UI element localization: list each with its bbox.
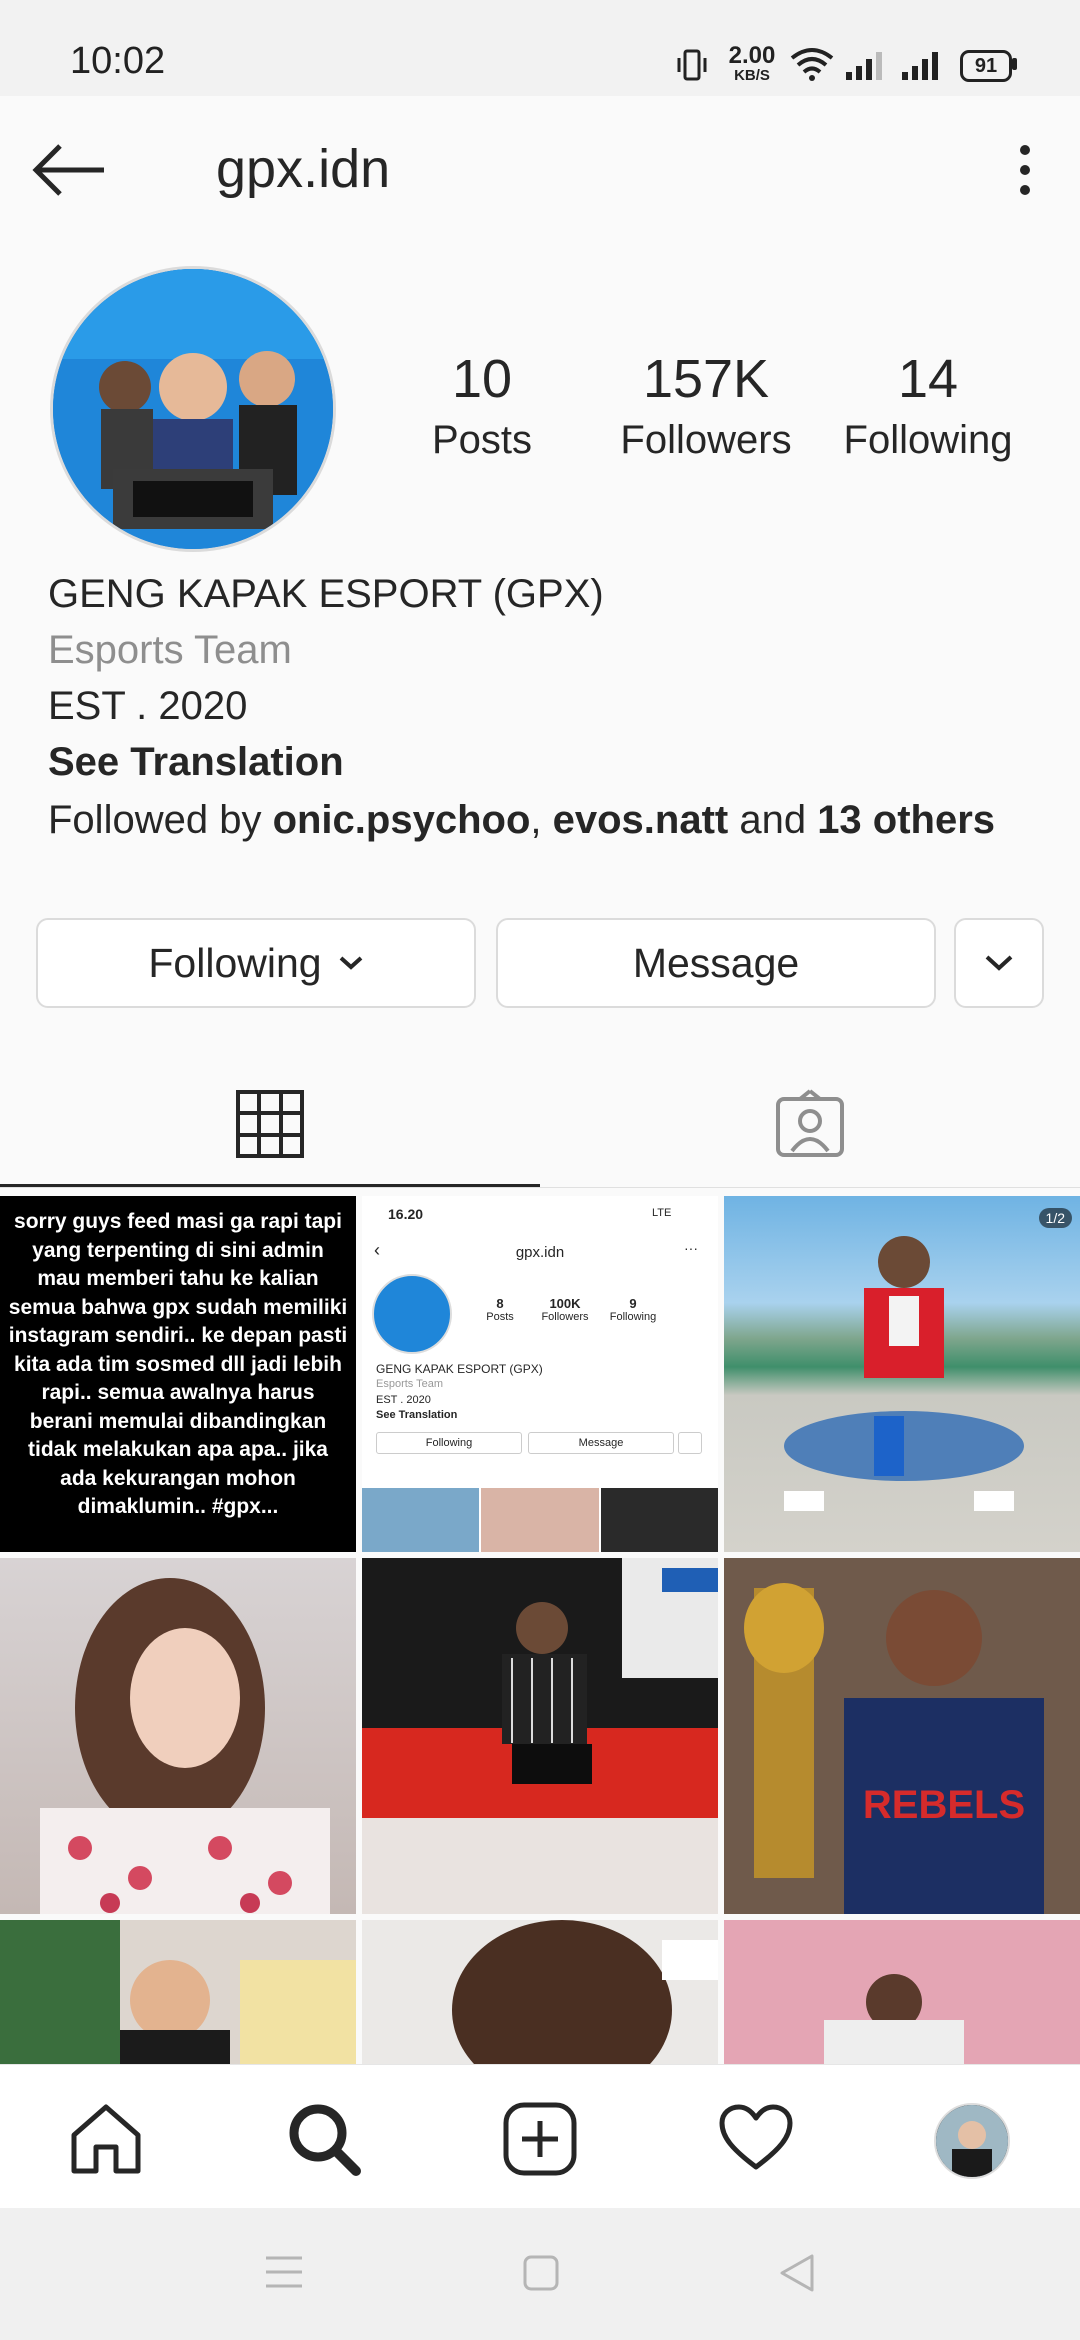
post-thumbnail-5[interactable] [362,1558,718,1914]
followed-by-prefix: Followed by [48,798,273,842]
back-triangle-icon[interactable] [776,2252,816,2299]
message-button-label: Message [632,939,800,986]
profile-avatar[interactable] [50,266,336,552]
mini-dropdown-button [678,1432,702,1454]
signal-icon-2 [900,50,940,87]
followed-by-and: and [728,798,818,842]
mini-name: GENG KAPAK ESPORT (GPX) [376,1362,543,1376]
home-square-icon[interactable] [522,2254,560,2297]
battery-icon: 91 [960,50,1012,82]
post-caption-text: sorry guys feed masi ga rapi tapi yang t… [8,1210,348,1518]
jersey-text: REBELS [863,1783,1025,1827]
mini-more-icon: ··· [684,1240,698,1256]
tagged-person-icon [776,1089,844,1157]
stat-following-value: 14 [897,349,959,409]
mini-time: 16.20 [388,1206,424,1222]
stat-followers-value: 157K [642,349,770,409]
post-thumbnail-7[interactable] [0,1920,356,2064]
vibrate-icon [676,48,708,87]
followed-by-text[interactable]: Followed by onic.psychoo, evos.natt and … [48,798,995,843]
message-button[interactable]: Message [496,918,936,1008]
post-image-6: REBELS [724,1558,1080,1914]
post-thumbnail-8[interactable] [362,1920,718,2064]
chevron-down-icon [985,955,1013,971]
post-image-4 [40,1578,330,1914]
mini-bio: EST . 2020 [376,1394,431,1406]
mini-message-button: Message [528,1432,674,1454]
status-time: 10:02 [70,40,166,82]
search-icon[interactable] [284,2099,364,2184]
mini-username: gpx.idn [515,1244,565,1261]
mini-grid-preview [362,1488,718,1552]
followed-by-others[interactable]: 13 others [817,798,995,842]
network-speed: 2.00 KB/S [728,42,776,84]
profile-name: GENG KAPAK ESPORT (GPX) [48,572,604,616]
stat-following-label: Following [843,418,1013,462]
system-navigation-bar [0,2208,1080,2340]
stat-followers-label: Followers [620,418,792,462]
stat-posts[interactable]: 10 Posts [382,348,582,463]
wifi-icon [790,46,834,87]
grid-icon [236,1090,304,1158]
following-button[interactable]: Following [36,918,476,1008]
tab-tagged[interactable] [540,1060,1080,1188]
stat-posts-label: Posts [431,418,533,462]
post-image-3 [784,1236,1024,1511]
profile-username: gpx.idn [216,139,391,199]
stat-posts-value: 10 [451,349,513,409]
followed-by-user-1[interactable]: onic.psychoo [273,798,531,842]
post-thumbnail-9[interactable] [724,1920,1080,2064]
mini-stat-posts: 8 Posts [486,1296,514,1323]
new-post-icon[interactable] [502,2101,578,2182]
more-options-icon[interactable] [1000,140,1050,200]
tab-posts-grid[interactable] [0,1060,540,1188]
menu-icon[interactable] [264,2254,304,2295]
post-thumbnail-3[interactable]: 1/2 [724,1196,1080,1552]
post-image-5 [362,1558,718,1914]
profile-header [0,96,1080,246]
post-image-8 [452,1920,718,2064]
bottom-navigation [0,2064,1080,2209]
signal-icon [844,50,884,87]
post-thumbnail-2[interactable]: 16.20 LTE ‹ gpx.idn ··· 8 Posts 100K Follo… [362,1196,718,1552]
battery-level: 91 [974,55,998,77]
home-icon[interactable] [68,2101,144,2182]
followed-by-separator: , [530,798,553,842]
back-arrow-icon[interactable] [30,140,110,200]
post-image-7 [0,1920,356,2064]
mini-category: Esports Team [376,1378,444,1390]
profile-category: Esports Team [48,628,292,672]
suggested-accounts-button[interactable] [954,918,1044,1008]
following-button-label: Following [148,939,322,986]
activity-heart-icon[interactable] [718,2103,794,2178]
see-translation-link[interactable]: See Translation [48,740,344,785]
profile-tab-avatar[interactable] [934,2103,1010,2179]
tab-divider [0,1187,1080,1188]
post-thumbnail-6[interactable]: REBELS [724,1558,1080,1914]
mini-following-button: Following [376,1432,522,1454]
post-image-9 [824,1974,964,2064]
profile-bio: EST . 2020 [48,684,248,728]
mini-signal: LTE [652,1207,672,1219]
battery-tip [1012,58,1017,70]
post-thumbnail-1[interactable]: sorry guys feed masi ga rapi tapi yang t… [0,1196,356,1552]
mini-see-translation: See Translation [376,1409,458,1421]
mini-avatar [372,1274,452,1354]
stat-following[interactable]: 14 Following [828,348,1028,463]
followed-by-user-2[interactable]: evos.natt [553,798,729,842]
mini-stat-followers: 100K Followers [541,1296,589,1323]
post-thumbnail-4[interactable] [0,1558,356,1914]
stat-followers[interactable]: 157K Followers [604,348,808,463]
mini-stat-following: 9 Following [609,1296,657,1323]
chevron-down-icon [339,956,362,970]
